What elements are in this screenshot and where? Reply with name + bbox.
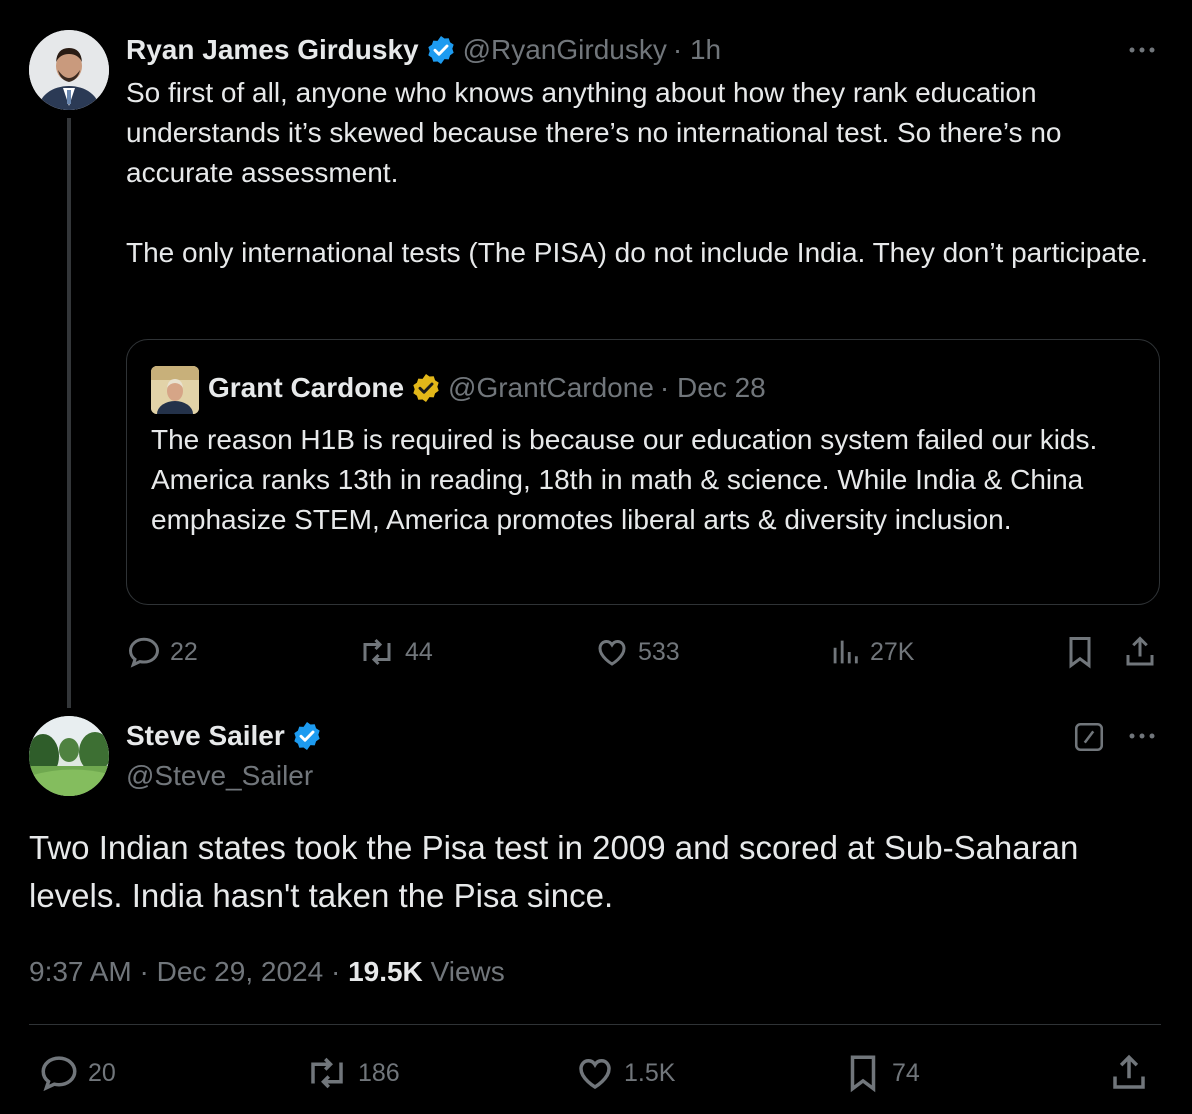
person-icon xyxy=(29,30,109,110)
main-like-count: 1.5K xyxy=(624,1058,676,1087)
parent-paragraph-1: So first of all, anyone who knows anythi… xyxy=(126,77,1062,188)
thread-line xyxy=(67,118,71,708)
landscape-icon xyxy=(29,716,109,796)
verified-icon xyxy=(294,722,320,750)
main-reply-button[interactable]: 20 xyxy=(38,1052,116,1094)
main-meta: 9:37 AM · Dec 29, 2024 · 19.5K Views xyxy=(29,952,505,992)
more-icon[interactable] xyxy=(1124,722,1160,750)
reply-count: 22 xyxy=(170,637,198,666)
quote-time: · Dec 28 xyxy=(659,372,766,403)
parent-time[interactable]: · 1h xyxy=(673,34,721,66)
main-author-block: Steve Sailer @Steve_Sailer xyxy=(126,716,323,796)
share-icon xyxy=(1113,1054,1145,1089)
share-button[interactable] xyxy=(1122,632,1158,672)
like-icon xyxy=(598,639,626,666)
main-bookmark-button[interactable]: 74 xyxy=(842,1052,920,1094)
reply-icon xyxy=(41,1056,77,1092)
share-icon xyxy=(1126,636,1154,666)
quote-header: Grant Cardone @GrantCardone · Dec 28 xyxy=(208,370,766,406)
main-timestamp[interactable]: 9:37 AM · Dec 29, 2024 · xyxy=(29,956,340,987)
views-button[interactable]: 27K xyxy=(828,632,914,672)
main-avatar[interactable] xyxy=(29,716,109,796)
like-button[interactable]: 533 xyxy=(594,632,680,672)
quoted-tweet[interactable]: Grant Cardone @GrantCardone · Dec 28 The… xyxy=(126,339,1160,605)
bookmark-icon xyxy=(1069,637,1091,669)
main-views-count: 19.5K xyxy=(348,956,423,987)
parent-handle[interactable]: @RyanGirdusky xyxy=(463,34,667,66)
repost-button[interactable]: 44 xyxy=(357,632,433,672)
views-count: 27K xyxy=(870,637,915,666)
divider xyxy=(29,1024,1161,1025)
person-icon xyxy=(151,366,199,414)
quote-avatar[interactable] xyxy=(151,366,199,414)
like-icon xyxy=(579,1058,611,1090)
parent-header: Ryan James Girdusky @RyanGirdusky · 1h xyxy=(126,32,721,68)
quote-handle: @GrantCardone xyxy=(448,372,654,403)
more-icon[interactable] xyxy=(1124,36,1160,64)
repost-count: 44 xyxy=(405,637,433,666)
main-repost-button[interactable]: 186 xyxy=(304,1052,400,1094)
main-bookmark-count: 74 xyxy=(892,1058,920,1087)
repost-icon xyxy=(363,638,391,666)
main-repost-count: 186 xyxy=(358,1058,400,1087)
views-icon xyxy=(833,640,858,664)
parent-text: So first of all, anyone who knows anythi… xyxy=(126,73,1162,273)
bookmark-icon xyxy=(850,1055,876,1093)
repost-icon xyxy=(311,1057,343,1089)
reply-icon xyxy=(128,637,160,668)
main-author-name[interactable]: Steve Sailer xyxy=(126,720,285,752)
quote-author-name[interactable]: Grant Cardone xyxy=(208,372,404,404)
like-count: 533 xyxy=(638,637,680,666)
parent-paragraph-2: The only international tests (The PISA) … xyxy=(126,237,1149,268)
parent-author-name[interactable]: Ryan James Girdusky xyxy=(126,34,419,66)
parent-avatar[interactable] xyxy=(29,30,109,110)
bookmark-button[interactable] xyxy=(1062,632,1098,672)
main-views-label: Views xyxy=(430,956,505,987)
quote-text: The reason H1B is required is because ou… xyxy=(151,424,1098,535)
main-handle[interactable]: @Steve_Sailer xyxy=(126,756,323,796)
main-like-button[interactable]: 1.5K xyxy=(574,1052,675,1094)
main-text: Two Indian states took the Pisa test in … xyxy=(29,829,1079,914)
main-share-button[interactable] xyxy=(1108,1052,1150,1094)
edit-icon[interactable] xyxy=(1072,720,1106,754)
verified-icon xyxy=(413,374,439,402)
main-reply-count: 20 xyxy=(88,1058,116,1087)
verified-icon xyxy=(427,36,454,64)
reply-button[interactable]: 22 xyxy=(126,632,198,672)
